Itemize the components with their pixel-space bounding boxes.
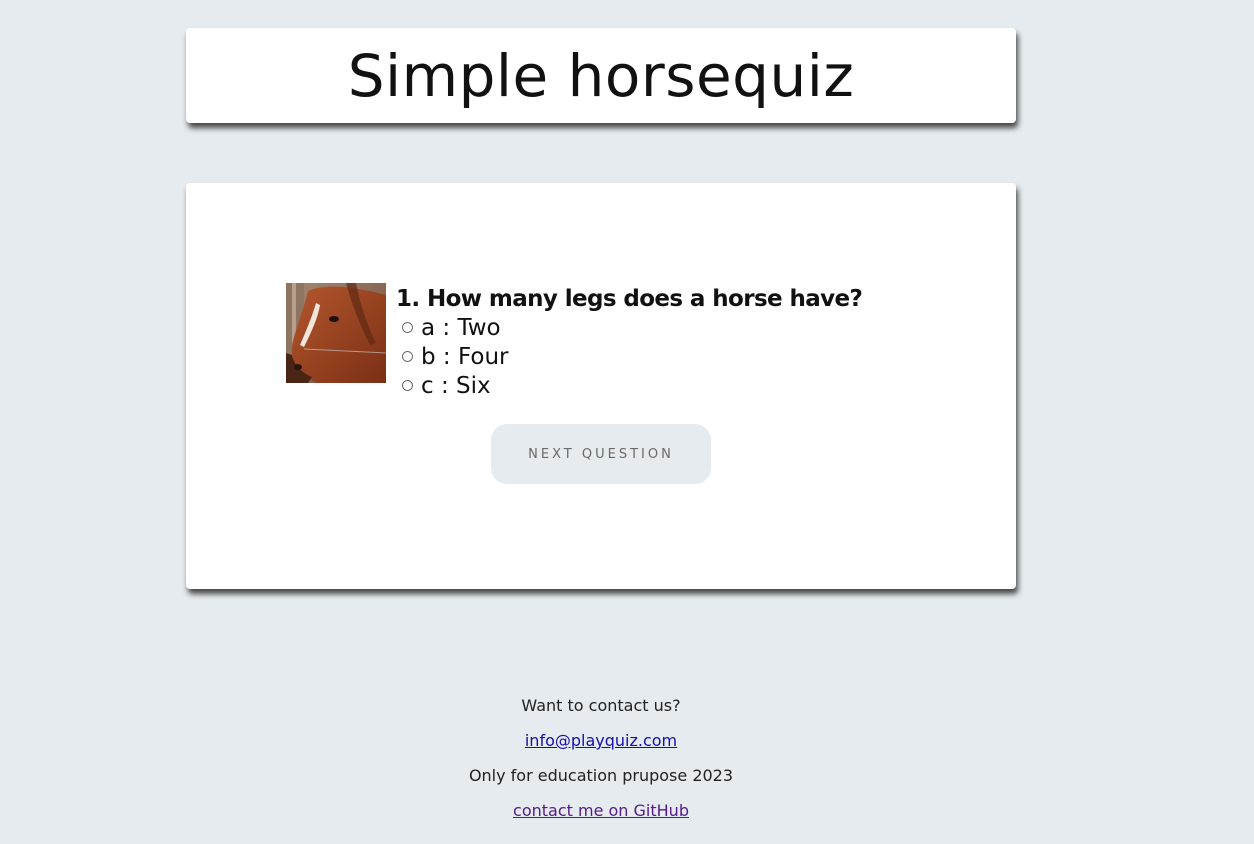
- footer: Want to contact us? info@playquiz.com On…: [0, 693, 1202, 833]
- option-a[interactable]: a : Two: [396, 313, 862, 342]
- contact-prompt: Want to contact us?: [521, 696, 681, 715]
- option-b-label: b : Four: [421, 343, 509, 370]
- horse-image: [286, 283, 386, 383]
- education-note: Only for education prupose 2023: [468, 766, 734, 785]
- option-c[interactable]: c : Six: [396, 371, 862, 400]
- question-row: 1. How many legs does a horse have? a : …: [286, 283, 863, 400]
- page-title: Simple horsequiz: [347, 41, 855, 110]
- email-link[interactable]: info@playquiz.com: [525, 731, 677, 750]
- header-card: Simple horsequiz: [186, 28, 1016, 123]
- email-line: info@playquiz.com: [0, 728, 1202, 763]
- next-question-button[interactable]: NEXT QUESTION: [491, 424, 711, 484]
- radio-c[interactable]: [402, 380, 413, 391]
- github-line: contact me on GitHub: [0, 798, 1202, 833]
- quiz-card: 1. How many legs does a horse have? a : …: [186, 183, 1016, 589]
- github-link[interactable]: contact me on GitHub: [513, 801, 689, 820]
- radio-a[interactable]: [402, 322, 413, 333]
- option-c-label: c : Six: [421, 372, 491, 399]
- question-text: 1. How many legs does a horse have?: [396, 286, 863, 312]
- question-body: 1. How many legs does a horse have? a : …: [396, 285, 863, 400]
- option-a-label: a : Two: [421, 314, 501, 341]
- option-b[interactable]: b : Four: [396, 342, 862, 371]
- radio-b[interactable]: [402, 351, 413, 362]
